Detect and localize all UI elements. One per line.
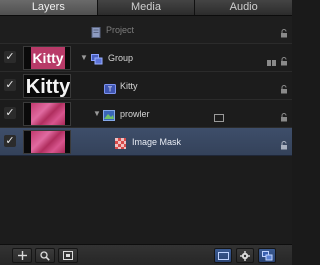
search-button[interactable]	[35, 248, 55, 263]
layer-name: Group	[108, 53, 134, 63]
layer-thumbnail	[23, 102, 71, 126]
add-icon	[17, 251, 27, 263]
layer-row-image-mask[interactable]: ✓ Image Mask	[0, 128, 292, 156]
layers-panel: Layers Media Audio Project ✓ Kitty ▼ Gro…	[0, 0, 292, 265]
mask-icon	[115, 136, 127, 149]
tab-audio[interactable]: Audio	[195, 0, 292, 15]
disclosure-triangle-icon[interactable]: ▼	[93, 109, 101, 119]
thumbnail-text: Kitty	[25, 76, 71, 98]
image-layer-icon	[103, 108, 115, 121]
project-icon	[91, 25, 103, 38]
enable-checkbox[interactable]: ✓	[4, 135, 16, 147]
search-icon	[40, 251, 50, 264]
gear-icon	[240, 251, 250, 264]
thumbnail-image	[31, 131, 65, 153]
layers-button[interactable]	[258, 248, 276, 263]
enable-checkbox[interactable]: ✓	[4, 51, 16, 63]
layer-thumbnail: Kitty	[23, 46, 71, 70]
text-layer-icon: T	[104, 81, 116, 94]
layer-row-kitty[interactable]: ✓ Kitty T Kitty	[0, 72, 292, 100]
filter-icon	[63, 251, 73, 263]
lock-icon[interactable]	[280, 81, 288, 99]
thumbnail-text: Kitty	[32, 50, 64, 66]
layer-name: Kitty	[120, 81, 138, 91]
layer-row-prowler[interactable]: ✓ ▼ prowler	[0, 100, 292, 128]
disclosure-triangle-icon[interactable]: ▼	[80, 53, 88, 63]
enable-checkbox[interactable]: ✓	[4, 107, 16, 119]
svg-text:T: T	[108, 87, 113, 94]
project-row[interactable]: Project	[0, 16, 292, 44]
tab-bar: Layers Media Audio	[0, 0, 292, 16]
layer-thumbnail: Kitty	[23, 74, 71, 98]
layer-row-group[interactable]: ✓ Kitty ▼ Group	[0, 44, 292, 72]
thumbnail-image	[31, 103, 65, 125]
layer-name: prowler	[120, 109, 150, 119]
tab-media[interactable]: Media	[98, 0, 196, 15]
layout-icon[interactable]	[267, 54, 277, 72]
layer-thumbnail	[23, 130, 71, 154]
lock-icon[interactable]	[280, 109, 288, 127]
view-icon	[217, 251, 229, 263]
lock-icon[interactable]	[280, 53, 288, 71]
project-label: Project	[106, 25, 135, 35]
lock-icon[interactable]	[280, 137, 288, 155]
tab-layers[interactable]: Layers	[0, 0, 98, 15]
settings-button[interactable]	[236, 248, 254, 263]
enable-checkbox[interactable]: ✓	[4, 79, 16, 91]
layers-icon	[261, 251, 273, 264]
bottom-toolbar	[0, 244, 292, 265]
view-button[interactable]	[214, 248, 232, 263]
group-icon	[91, 52, 103, 65]
filter-button[interactable]	[58, 248, 78, 263]
layer-name: Image Mask	[132, 137, 182, 147]
lock-icon[interactable]	[280, 25, 288, 43]
add-button[interactable]	[12, 248, 32, 263]
mask-toggle-icon[interactable]	[214, 109, 224, 127]
